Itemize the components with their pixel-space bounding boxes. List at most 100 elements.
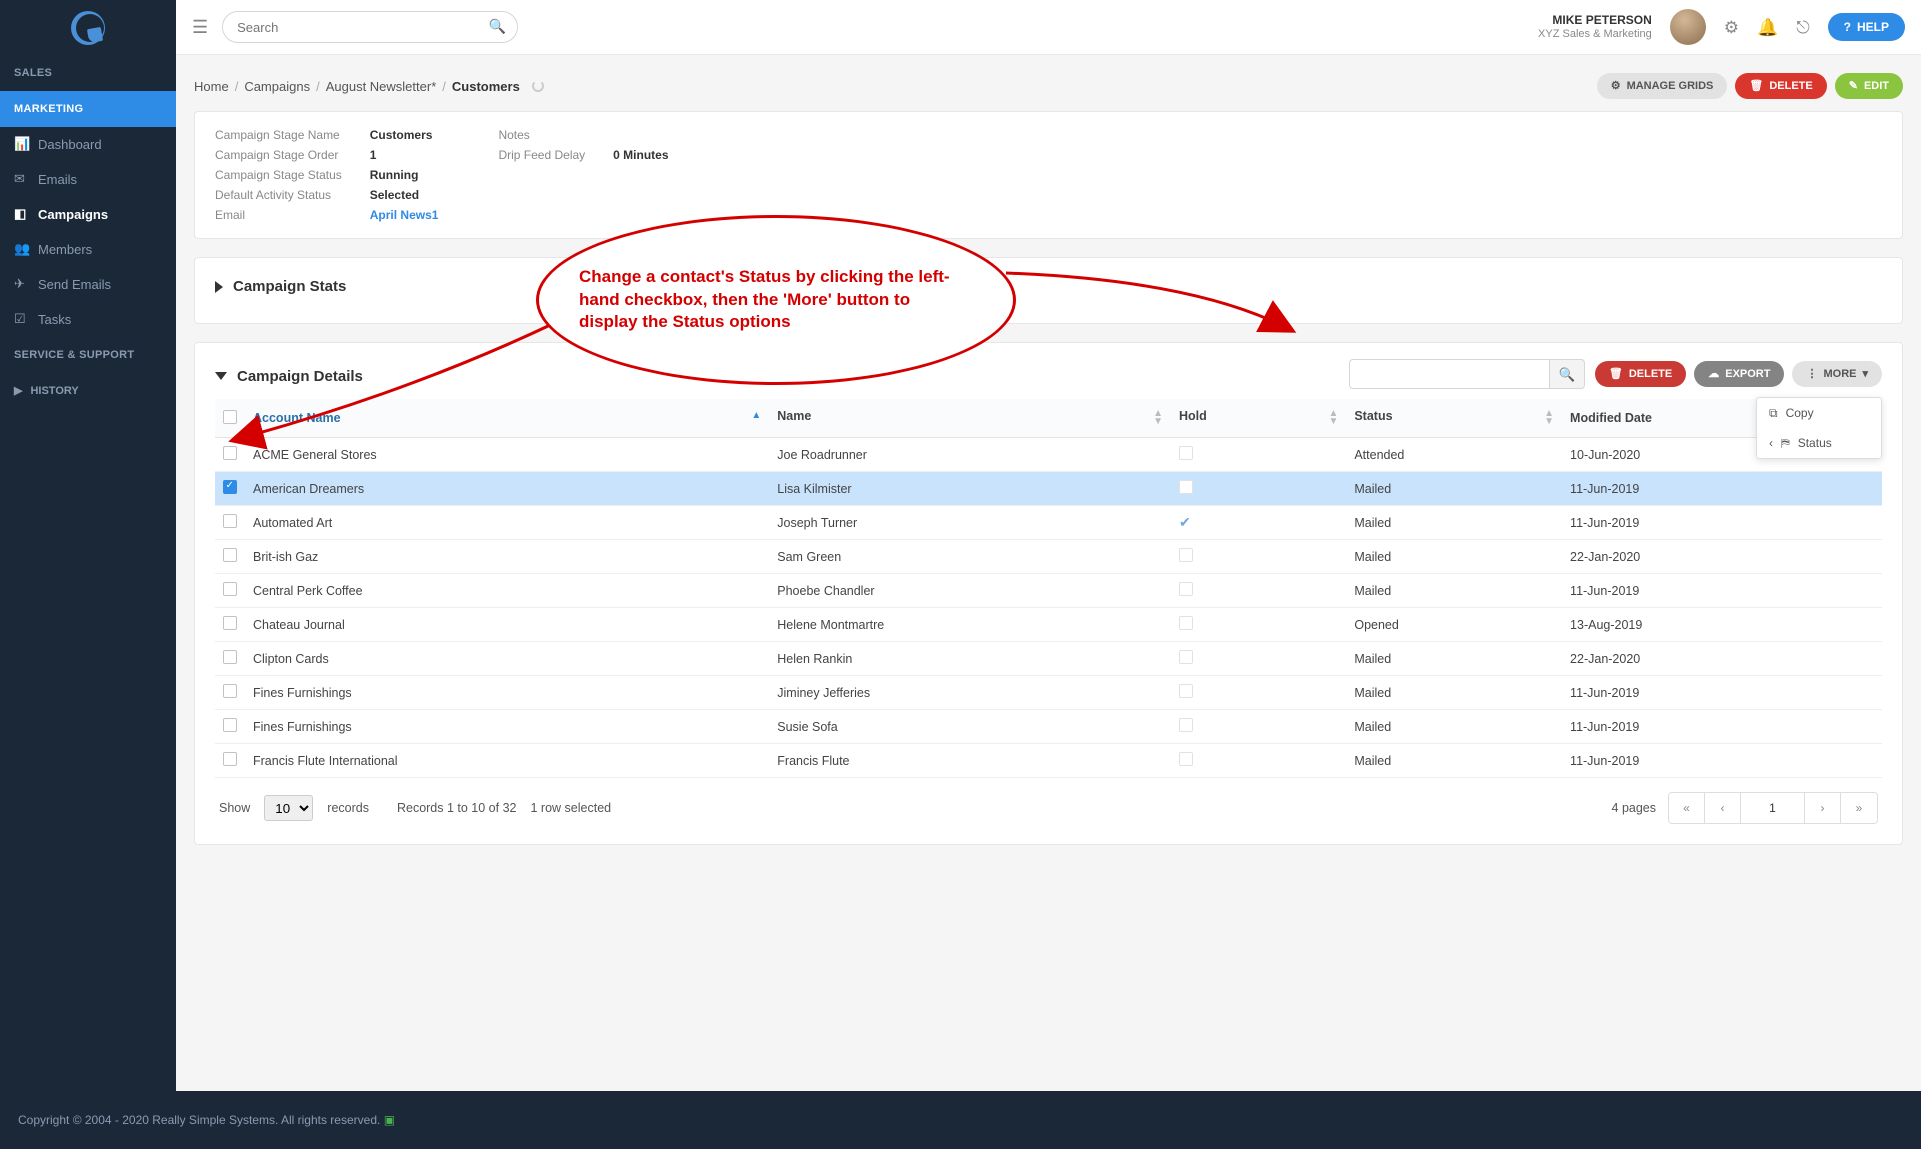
- breadcrumb-newsletter[interactable]: August Newsletter*: [326, 79, 437, 94]
- table-row[interactable]: American DreamersLisa KilmisterMailed11-…: [215, 472, 1882, 506]
- nav-section-marketing[interactable]: MARKETING: [0, 91, 176, 127]
- hold-checkbox[interactable]: [1179, 480, 1193, 494]
- details-delete-button[interactable]: 🗑 DELETE: [1595, 361, 1686, 387]
- logout-icon[interactable]: ⎋: [1796, 19, 1809, 36]
- hamburger-icon[interactable]: ☰: [192, 17, 208, 38]
- table-row[interactable]: ACME General StoresJoe RoadrunnerAttende…: [215, 438, 1882, 472]
- bell-icon[interactable]: 🔔: [1757, 19, 1778, 36]
- show-label: Show: [219, 801, 250, 815]
- summary-value[interactable]: April News1: [370, 208, 439, 222]
- sort-icon: [1328, 409, 1338, 427]
- table-row[interactable]: Chateau JournalHelene MontmartreOpened13…: [215, 608, 1882, 642]
- search-input[interactable]: [222, 11, 518, 43]
- hold-checkbox[interactable]: [1179, 582, 1193, 596]
- select-all-checkbox[interactable]: [223, 410, 237, 424]
- nav-section-service[interactable]: SERVICE & SUPPORT: [0, 337, 176, 373]
- details-search-button[interactable]: 🔍: [1549, 359, 1585, 389]
- row-checkbox[interactable]: [223, 514, 237, 528]
- row-checkbox[interactable]: [223, 616, 237, 630]
- hold-checkbox[interactable]: [1179, 446, 1193, 460]
- more-vertical-icon: ⋮: [1806, 369, 1817, 380]
- stats-header[interactable]: Campaign Stats: [215, 274, 1882, 307]
- summary-label: Notes: [498, 128, 585, 142]
- delete-button[interactable]: 🗑 DELETE: [1735, 73, 1826, 99]
- table-row[interactable]: Brit-ish GazSam GreenMailed22-Jan-2020: [215, 540, 1882, 574]
- row-checkbox[interactable]: [223, 650, 237, 664]
- export-button[interactable]: ☁ EXPORT: [1694, 361, 1784, 387]
- table-row[interactable]: Central Perk CoffeePhoebe ChandlerMailed…: [215, 574, 1882, 608]
- details-header[interactable]: Campaign Details: [215, 364, 1349, 385]
- table-row[interactable]: Clipton CardsHelen RankinMailed22-Jan-20…: [215, 642, 1882, 676]
- row-checkbox[interactable]: [223, 718, 237, 732]
- breadcrumb-campaigns[interactable]: Campaigns: [244, 79, 310, 94]
- nav-history[interactable]: ▶ HISTORY: [0, 373, 176, 409]
- gears-icon[interactable]: ⚙: [1724, 19, 1739, 36]
- nav-item-campaigns[interactable]: ◧ Campaigns: [0, 197, 176, 232]
- cloud-download-icon: ☁: [1708, 369, 1719, 380]
- row-checkbox[interactable]: [223, 752, 237, 766]
- manage-grids-button[interactable]: ⚙ MANAGE GRIDS: [1597, 73, 1728, 99]
- nav-item-send-emails[interactable]: ✈ Send Emails: [0, 267, 176, 302]
- details-search-input[interactable]: [1349, 359, 1549, 389]
- col-status[interactable]: Status: [1346, 399, 1562, 438]
- hold-checkbox[interactable]: [1179, 684, 1193, 698]
- table-row[interactable]: Automated ArtJoseph Turner✔Mailed11-Jun-…: [215, 506, 1882, 540]
- nav-item-label: Emails: [38, 172, 77, 187]
- toolbar-buttons: 🗑 DELETE ☁ EXPORT ⋮ MORE ▾: [1595, 361, 1882, 387]
- table-row[interactable]: Francis Flute InternationalFrancis Flute…: [215, 744, 1882, 778]
- hold-checkbox[interactable]: [1179, 650, 1193, 664]
- pager-prev[interactable]: ‹: [1705, 793, 1741, 823]
- pager-last[interactable]: »: [1841, 793, 1877, 823]
- hold-checkbox[interactable]: [1179, 752, 1193, 766]
- row-checkbox[interactable]: [223, 684, 237, 698]
- col-account[interactable]: Account Name: [245, 399, 769, 438]
- table-footer: Show 10 records Records 1 to 10 of 32 1 …: [215, 778, 1882, 828]
- chevron-down-icon: [215, 372, 227, 380]
- col-name[interactable]: Name: [769, 399, 1171, 438]
- content-body: Home / Campaigns / August Newsletter* / …: [176, 55, 1921, 1091]
- hold-checkbox[interactable]: [1179, 718, 1193, 732]
- nav-item-tasks[interactable]: ☑ Tasks: [0, 302, 176, 337]
- nav-item-label: Dashboard: [38, 137, 102, 152]
- summary-label: Default Activity Status: [215, 188, 342, 202]
- edit-button[interactable]: ✎ EDIT: [1835, 73, 1903, 99]
- row-checkbox[interactable]: [223, 548, 237, 562]
- hold-checkbox[interactable]: [1179, 548, 1193, 562]
- help-icon: ?: [1844, 21, 1851, 33]
- breadcrumb-home[interactable]: Home: [194, 79, 229, 94]
- page-size-select[interactable]: 10: [264, 795, 313, 821]
- pages-label: 4 pages: [1612, 801, 1656, 815]
- topbar: ☰ 🔍 MIKE PETERSON XYZ Sales & Marketing …: [176, 0, 1921, 55]
- summary-label: Campaign Stage Order: [215, 148, 342, 162]
- more-button[interactable]: ⋮ MORE ▾: [1792, 361, 1882, 387]
- nav-item-emails[interactable]: ✉ Emails: [0, 162, 176, 197]
- summary-col-left: Campaign Stage NameCustomersCampaign Sta…: [215, 128, 438, 222]
- row-checkbox[interactable]: [223, 446, 237, 460]
- table-row[interactable]: Fines FurnishingsJiminey JefferiesMailed…: [215, 676, 1882, 710]
- pager-first[interactable]: «: [1669, 793, 1705, 823]
- cell-account: Fines Furnishings: [245, 710, 769, 744]
- sort-icon: [1544, 409, 1554, 427]
- avatar[interactable]: [1670, 9, 1706, 45]
- cell-hold: [1171, 438, 1346, 472]
- table-row[interactable]: Fines FurnishingsSusie SofaMailed11-Jun-…: [215, 710, 1882, 744]
- row-checkbox[interactable]: [223, 582, 237, 596]
- hold-checkbox[interactable]: [1179, 616, 1193, 630]
- nav-item-dashboard[interactable]: 📊 Dashboard: [0, 127, 176, 162]
- more-item-copy[interactable]: ⧉ Copy: [1757, 398, 1881, 428]
- details-search: 🔍: [1349, 359, 1585, 389]
- row-checkbox[interactable]: [223, 480, 237, 494]
- nav-section-sales[interactable]: SALES: [0, 55, 176, 91]
- brand-logo[interactable]: [71, 11, 105, 45]
- cell-status: Mailed: [1346, 642, 1562, 676]
- search-icon[interactable]: 🔍: [489, 19, 506, 33]
- help-button[interactable]: ? HELP: [1828, 13, 1905, 41]
- trash-icon: 🗑: [1749, 81, 1763, 92]
- user-block[interactable]: MIKE PETERSON XYZ Sales & Marketing: [1538, 13, 1652, 41]
- more-item-status[interactable]: ‹ ⛿ Status: [1757, 428, 1881, 458]
- selection-summary: 1 row selected: [531, 801, 612, 815]
- user-org: XYZ Sales & Marketing: [1538, 28, 1652, 41]
- col-hold[interactable]: Hold: [1171, 399, 1346, 438]
- pager-next[interactable]: ›: [1805, 793, 1841, 823]
- nav-item-members[interactable]: 👥 Members: [0, 232, 176, 267]
